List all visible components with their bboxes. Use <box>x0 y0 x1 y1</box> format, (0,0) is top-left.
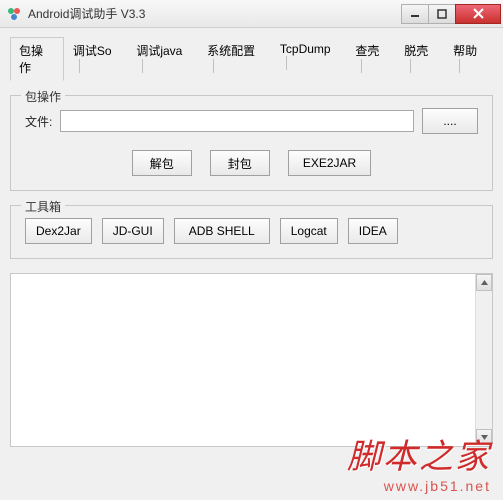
close-button[interactable] <box>455 4 501 24</box>
tab-label: 系统配置 <box>207 44 255 58</box>
tab-strip: 包操作 调试So 调试java 系统配置 TcpDump 查壳 脱壳 帮助 <box>10 36 493 81</box>
tab-label: 包操作 <box>19 44 43 75</box>
watermark-url: www.jb51.net <box>347 478 491 494</box>
tab-label: 帮助 <box>453 44 477 58</box>
file-label: 文件: <box>25 113 52 130</box>
tab-debug-java[interactable]: 调试java <box>127 37 198 81</box>
app-icon <box>6 6 22 22</box>
maximize-button[interactable] <box>428 4 456 24</box>
file-input[interactable] <box>60 110 414 132</box>
tab-debug-so[interactable]: 调试So <box>64 37 127 81</box>
tab-help[interactable]: 帮助 <box>444 37 493 81</box>
tab-check-shell[interactable]: 查壳 <box>346 37 395 81</box>
dex2jar-button[interactable]: Dex2Jar <box>25 218 92 244</box>
unpack-button[interactable]: 解包 <box>132 150 192 176</box>
scrollbar[interactable] <box>475 274 492 446</box>
logcat-button[interactable]: Logcat <box>280 218 338 244</box>
window-title: Android调试助手 V3.3 <box>28 5 402 22</box>
scroll-up-button[interactable] <box>476 274 492 291</box>
tab-system-config[interactable]: 系统配置 <box>198 37 271 81</box>
exe2jar-button[interactable]: EXE2JAR <box>288 150 371 176</box>
tab-label: 查壳 <box>355 44 379 58</box>
toolbox-groupbox: 工具箱 Dex2Jar JD-GUI ADB SHELL Logcat IDEA <box>10 205 493 259</box>
tab-label: 调试java <box>136 44 182 58</box>
toolbox-legend: 工具箱 <box>21 198 65 215</box>
tab-package[interactable]: 包操作 <box>10 37 64 81</box>
browse-button[interactable]: .... <box>422 108 478 134</box>
tab-label: 调试So <box>73 44 112 58</box>
jdgui-button[interactable]: JD-GUI <box>102 218 164 244</box>
output-textarea[interactable] <box>10 273 493 447</box>
scroll-down-button[interactable] <box>476 429 492 446</box>
tab-label: TcpDump <box>280 42 331 56</box>
title-bar: Android调试助手 V3.3 <box>0 0 503 28</box>
minimize-button[interactable] <box>401 4 429 24</box>
pack-button[interactable]: 封包 <box>210 150 270 176</box>
package-groupbox: 包操作 文件: .... 解包 封包 EXE2JAR <box>10 95 493 191</box>
client-area: 包操作 调试So 调试java 系统配置 TcpDump 查壳 脱壳 帮助 包操… <box>0 28 503 500</box>
package-legend: 包操作 <box>21 88 65 105</box>
tab-tcpdump[interactable]: TcpDump <box>271 37 346 81</box>
tab-label: 脱壳 <box>404 44 428 58</box>
idea-button[interactable]: IDEA <box>348 218 398 244</box>
tab-unshell[interactable]: 脱壳 <box>395 37 444 81</box>
adbshell-button[interactable]: ADB SHELL <box>174 218 270 244</box>
window-controls <box>402 4 501 24</box>
